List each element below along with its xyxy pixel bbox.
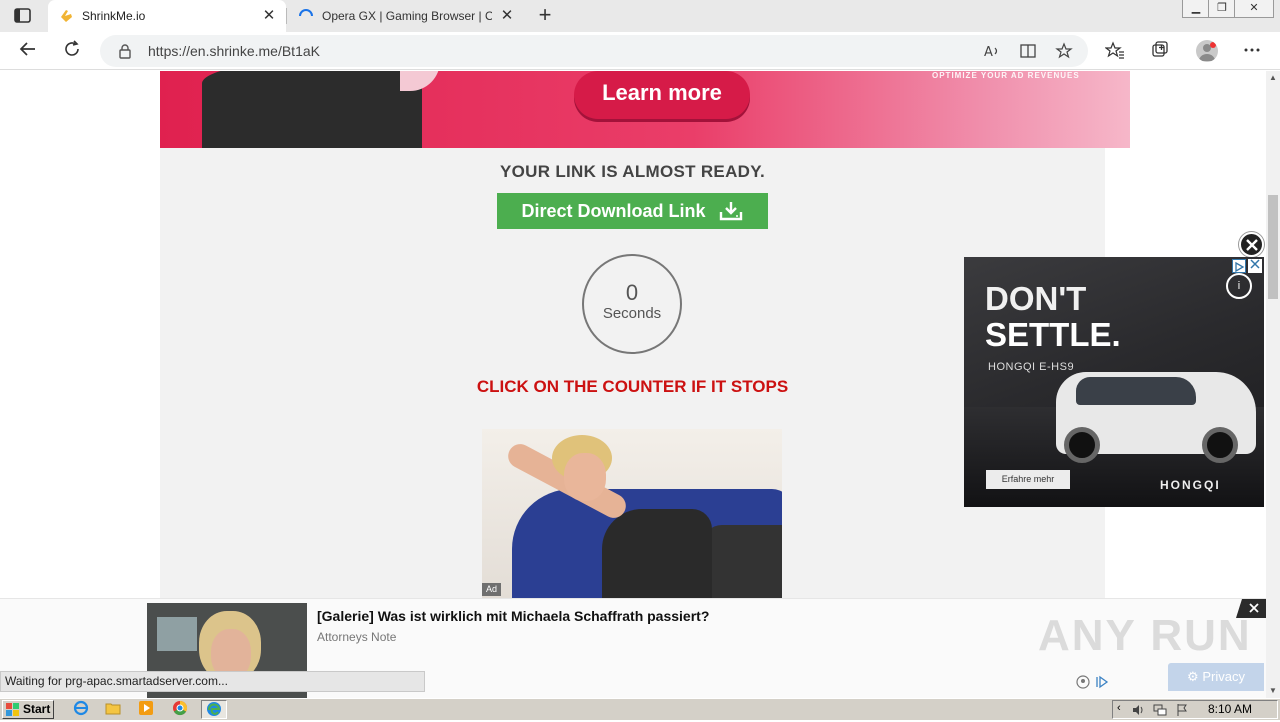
system-tray: ‹: [1112, 700, 1278, 719]
edge-icon[interactable]: [201, 700, 227, 719]
tab-bar: ShrinkMe.io ✕ Opera GX | Gaming Browser …: [0, 0, 1280, 32]
address-bar[interactable]: https://en.shrinke.me/Bt1aK A: [100, 35, 1088, 67]
chrome-icon[interactable]: [167, 700, 193, 719]
ad-photo-face: [564, 453, 606, 501]
ad-close-icon[interactable]: [1248, 259, 1262, 273]
download-icon: [719, 202, 742, 221]
banner-decoration: [400, 71, 440, 91]
download-button-label: Direct Download Link: [521, 200, 706, 221]
close-icon: [1245, 239, 1258, 251]
car-wheel: [1064, 427, 1100, 463]
banner-tagline: OPTIMIZE YOUR AD REVENUES: [932, 71, 1080, 80]
banner-person-image: [202, 71, 422, 148]
action-center-flag-icon[interactable]: [1175, 703, 1189, 717]
bottom-ad-headline[interactable]: [Galerie] Was ist wirklich mit Michaela …: [317, 608, 709, 624]
inline-ad-image[interactable]: [482, 429, 782, 599]
adchoices-icon[interactable]: [1232, 259, 1246, 273]
scrollbar-thumb[interactable]: [1268, 195, 1278, 299]
car-window: [1076, 377, 1196, 405]
ad-model-name: HONGQI E-HS9: [988, 361, 1075, 373]
tab-shrinkme[interactable]: ShrinkMe.io ✕: [48, 0, 286, 32]
immersive-reader-icon[interactable]: [1018, 42, 1038, 62]
erfahre-mehr-button[interactable]: Erfahre mehr: [986, 470, 1070, 489]
page-viewport: Learn more OPTIMIZE YOUR AD REVENUES YOU…: [0, 71, 1266, 698]
ad-label-badge: Ad: [482, 583, 501, 596]
ad-brand-logo: HONGQI: [1160, 478, 1221, 492]
hand-favicon-icon: [61, 10, 72, 22]
counter-label: Seconds: [602, 305, 662, 322]
privacy-button[interactable]: ⚙ Privacy: [1168, 663, 1264, 691]
tab-title: ShrinkMe.io: [82, 9, 146, 23]
close-window-button[interactable]: ✕: [1234, 0, 1274, 18]
ad-headline-line2: SETTLE.: [985, 316, 1121, 353]
lock-icon[interactable]: [118, 43, 132, 59]
add-favorite-icon[interactable]: [1054, 42, 1074, 62]
top-banner-ad[interactable]: Learn more OPTIMIZE YOUR AD REVENUES: [160, 71, 1130, 148]
car-wheel: [1202, 427, 1238, 463]
ad-photo-leg: [702, 525, 782, 599]
favorites-icon[interactable]: [1104, 40, 1126, 62]
start-button[interactable]: Start: [2, 700, 54, 719]
ie-icon[interactable]: [68, 700, 94, 719]
network-icon[interactable]: [1153, 703, 1167, 717]
countdown-counter[interactable]: 0 Seconds: [582, 254, 682, 354]
tab-divider: [286, 8, 287, 24]
read-aloud-icon[interactable]: A: [982, 42, 1002, 62]
close-tab-icon[interactable]: ✕: [499, 8, 515, 24]
more-menu-icon[interactable]: [1241, 40, 1263, 62]
collections-icon[interactable]: [1149, 40, 1171, 62]
direct-download-button[interactable]: Direct Download Link: [497, 193, 768, 229]
windows-flag-icon: [6, 703, 19, 716]
chevron-left-icon[interactable]: ‹: [1117, 702, 1121, 714]
scroll-down-icon[interactable]: ▼: [1266, 684, 1280, 698]
browser-toolbar: https://en.shrinke.me/Bt1aK A: [0, 32, 1280, 70]
anyrun-watermark: ANY RUN: [1038, 611, 1252, 660]
media-player-icon[interactable]: [133, 700, 159, 719]
page-scrollbar[interactable]: ▲ ▼: [1266, 71, 1280, 698]
side-ad-close-button[interactable]: [1239, 232, 1264, 257]
page-heading: YOUR LINK IS ALMOST READY.: [499, 162, 766, 181]
side-display-ad[interactable]: DON'T SETTLE. HONGQI E-HS9 Erfahre mehr …: [964, 257, 1264, 507]
tab-actions-icon[interactable]: [12, 7, 34, 25]
profile-avatar[interactable]: [1196, 40, 1218, 62]
refresh-icon[interactable]: [60, 39, 84, 63]
svg-text:A: A: [984, 45, 993, 60]
tab-opera-gx[interactable]: Opera GX | Gaming Browser | Ope ✕: [288, 0, 524, 32]
ad-info-icon[interactable]: i: [1226, 273, 1252, 299]
explorer-folder-icon[interactable]: [100, 700, 126, 719]
loading-spinner-icon: [299, 9, 313, 17]
status-bar: Waiting for prg-apac.smartadserver.com..…: [0, 671, 425, 692]
ad-network-icons[interactable]: [1076, 675, 1112, 692]
volume-icon[interactable]: [1131, 703, 1145, 717]
windows-taskbar: Start ‹ 8:10 AM: [0, 698, 1280, 720]
learn-more-button[interactable]: Learn more: [574, 71, 750, 119]
taskbar-clock: 8:10 AM: [1208, 702, 1253, 716]
tab-title: Opera GX | Gaming Browser | Ope: [322, 9, 492, 23]
minimize-button[interactable]: ▁: [1182, 0, 1210, 18]
back-arrow-icon[interactable]: [16, 39, 40, 63]
maximize-button[interactable]: ❐: [1208, 0, 1236, 18]
close-tab-icon[interactable]: ✕: [261, 8, 277, 24]
start-label: Start: [23, 702, 51, 716]
thumb-background: [157, 617, 197, 651]
privacy-label: Privacy: [1202, 669, 1245, 684]
bottom-ad-source: Attorneys Note: [317, 630, 397, 644]
ad-photo-body: [602, 509, 712, 599]
new-tab-button[interactable]: +: [534, 4, 556, 27]
ad-headline-line1: DON'T: [985, 280, 1087, 317]
gear-icon: ⚙: [1187, 669, 1203, 684]
counter-value: 0: [625, 280, 639, 305]
scroll-up-icon[interactable]: ▲: [1266, 71, 1280, 85]
url-text[interactable]: https://en.shrinke.me/Bt1aK: [148, 43, 320, 59]
